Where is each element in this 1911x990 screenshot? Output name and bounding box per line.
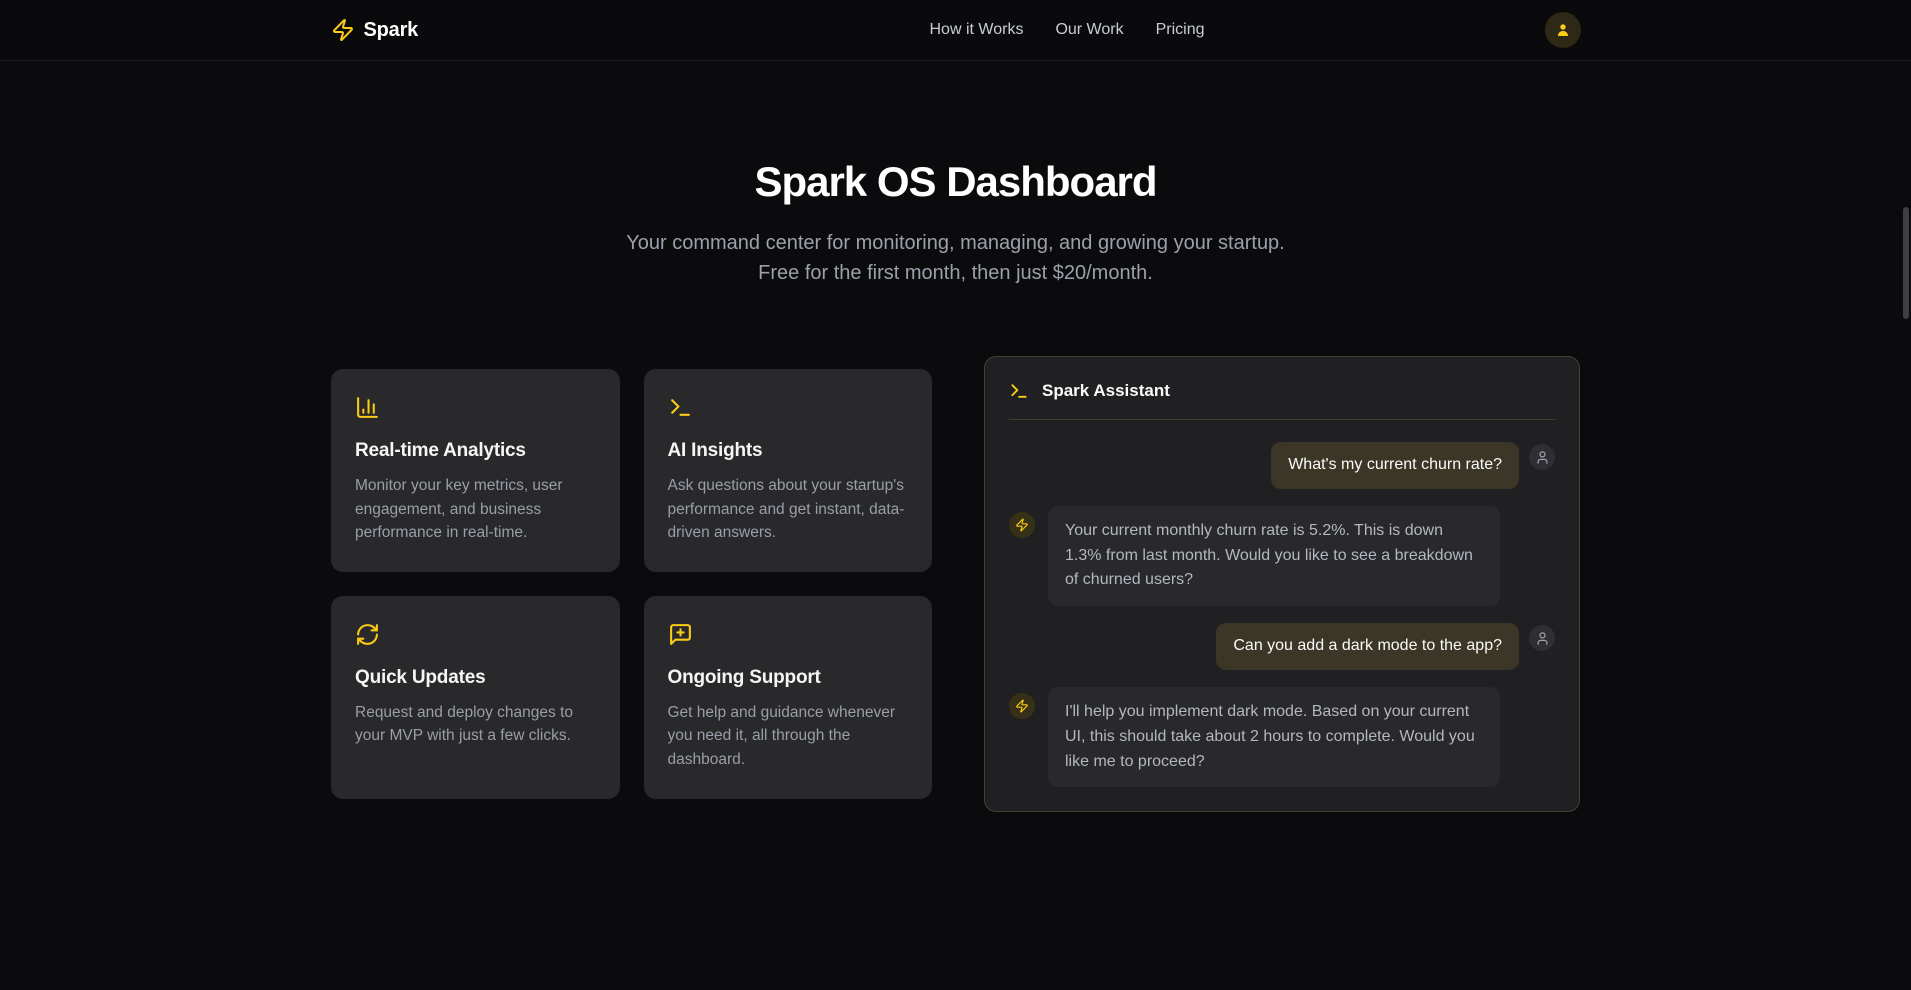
scrollbar-track bbox=[1901, 0, 1911, 990]
chat-messages: What's my current churn rate? bbox=[1009, 442, 1555, 787]
content-row: Real-time Analytics Monitor your key met… bbox=[0, 356, 1911, 812]
features-grid: Real-time Analytics Monitor your key met… bbox=[331, 369, 932, 799]
brand-name: Spark bbox=[364, 19, 419, 42]
spark-zap-icon bbox=[1015, 699, 1029, 713]
nav-link-pricing[interactable]: Pricing bbox=[1156, 21, 1205, 39]
user-avatar bbox=[1529, 444, 1555, 470]
feature-description: Ask questions about your startup's perfo… bbox=[668, 474, 909, 544]
spark-zap-icon bbox=[331, 18, 355, 42]
feature-card-ongoing-support: Ongoing Support Get help and guidance wh… bbox=[644, 596, 933, 799]
terminal-icon bbox=[668, 395, 909, 420]
chat-message-assistant: I'll help you implement dark mode. Based… bbox=[1009, 687, 1555, 787]
feature-title: Ongoing Support bbox=[668, 667, 909, 689]
hero-subtitle: Your command center for monitoring, mana… bbox=[606, 228, 1306, 288]
terminal-icon bbox=[1009, 381, 1029, 401]
brand-logo[interactable]: Spark bbox=[331, 18, 419, 42]
feature-title: AI Insights bbox=[668, 440, 909, 462]
user-avatar bbox=[1529, 625, 1555, 651]
assistant-avatar bbox=[1009, 693, 1035, 719]
assistant-panel-title: Spark Assistant bbox=[1042, 381, 1170, 401]
feature-card-realtime-analytics: Real-time Analytics Monitor your key met… bbox=[331, 369, 620, 572]
scrollbar-thumb[interactable] bbox=[1903, 207, 1909, 319]
main-content: Spark OS Dashboard Your command center f… bbox=[0, 61, 1911, 812]
nav-link-our-work[interactable]: Our Work bbox=[1055, 21, 1123, 39]
spark-assistant-panel: Spark Assistant What's my current churn … bbox=[984, 356, 1580, 812]
user-message-bubble: Can you add a dark mode to the app? bbox=[1216, 623, 1519, 670]
assistant-message-bubble: I'll help you implement dark mode. Based… bbox=[1048, 687, 1500, 787]
chat-message-user: Can you add a dark mode to the app? bbox=[1009, 623, 1555, 670]
user-icon bbox=[1554, 21, 1572, 39]
assistant-message-bubble: Your current monthly churn rate is 5.2%.… bbox=[1048, 506, 1500, 606]
feature-description: Monitor your key metrics, user engagemen… bbox=[355, 474, 596, 544]
feature-description: Get help and guidance whenever you need … bbox=[668, 701, 909, 771]
main-nav: How it Works Our Work Pricing bbox=[930, 21, 1205, 39]
hero-section: Spark OS Dashboard Your command center f… bbox=[0, 61, 1911, 288]
account-avatar-button[interactable] bbox=[1545, 12, 1581, 48]
refresh-icon bbox=[355, 622, 596, 647]
user-message-bubble: What's my current churn rate? bbox=[1271, 442, 1519, 489]
page-title: Spark OS Dashboard bbox=[0, 158, 1911, 206]
assistant-avatar bbox=[1009, 512, 1035, 538]
page: Spark How it Works Our Work Pricing Spar… bbox=[0, 0, 1911, 990]
bar-chart-icon bbox=[355, 395, 596, 420]
user-icon bbox=[1535, 631, 1550, 646]
feature-description: Request and deploy changes to your MVP w… bbox=[355, 701, 596, 748]
chat-message-assistant: Your current monthly churn rate is 5.2%.… bbox=[1009, 506, 1555, 606]
panel-divider bbox=[1009, 419, 1555, 420]
message-square-plus-icon bbox=[668, 622, 909, 647]
top-navbar: Spark How it Works Our Work Pricing bbox=[0, 0, 1911, 61]
feature-card-quick-updates: Quick Updates Request and deploy changes… bbox=[331, 596, 620, 799]
feature-card-ai-insights: AI Insights Ask questions about your sta… bbox=[644, 369, 933, 572]
nav-link-how-it-works[interactable]: How it Works bbox=[930, 21, 1024, 39]
chat-message-user: What's my current churn rate? bbox=[1009, 442, 1555, 489]
feature-title: Real-time Analytics bbox=[355, 440, 596, 462]
feature-title: Quick Updates bbox=[355, 667, 596, 689]
user-icon bbox=[1535, 450, 1550, 465]
assistant-panel-header: Spark Assistant bbox=[1009, 381, 1555, 401]
spark-zap-icon bbox=[1015, 518, 1029, 532]
